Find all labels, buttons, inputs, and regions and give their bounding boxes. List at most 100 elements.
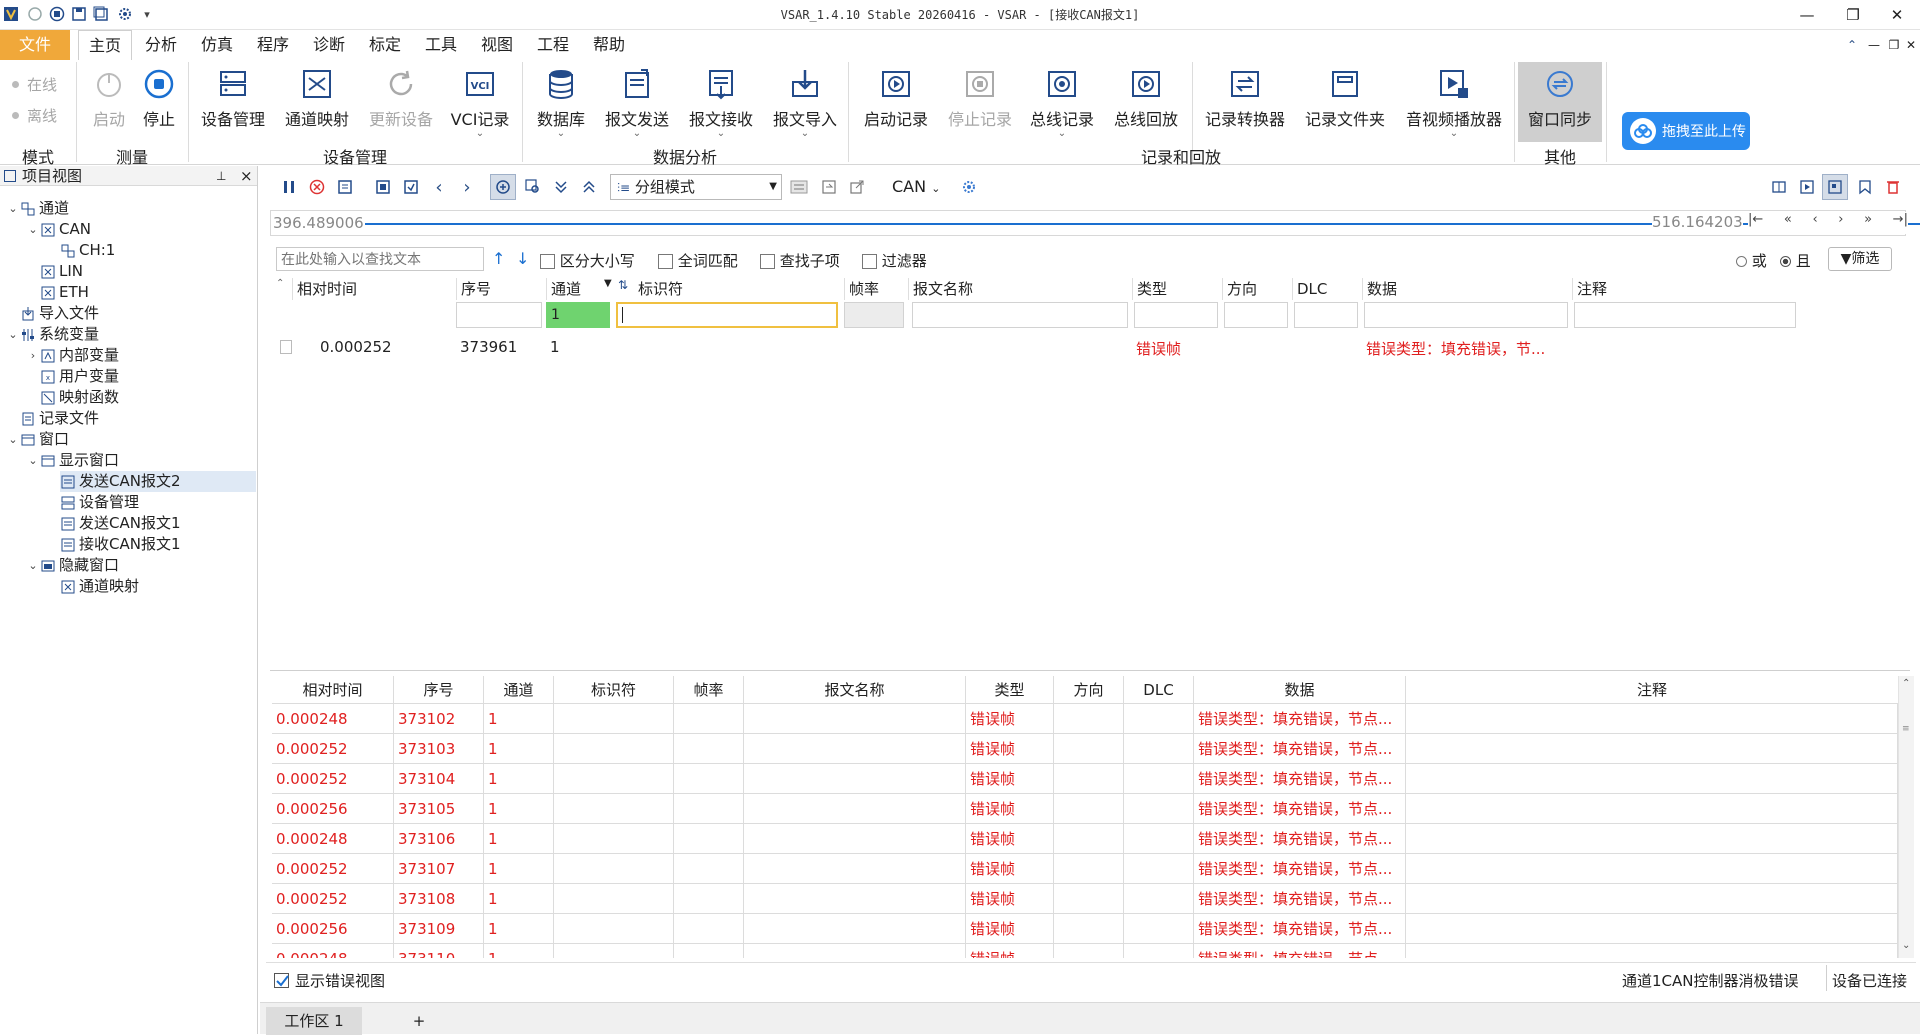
scroll-thumb[interactable]: ≡ bbox=[1902, 724, 1911, 736]
stop-record-button[interactable]: 停止记录 bbox=[940, 64, 1020, 142]
workspace-tab[interactable]: 工作区 1 bbox=[266, 1007, 362, 1035]
split-view-icon[interactable] bbox=[1768, 176, 1790, 198]
nav-back-icon[interactable]: ‹ bbox=[1812, 212, 1817, 234]
window-sync-button[interactable]: 窗口同步 bbox=[1518, 64, 1602, 142]
menu-project[interactable]: 工程 bbox=[528, 30, 578, 60]
table-row[interactable]: 0.000252 373103 1 错误帧 错误类型：填充错误，节点... bbox=[272, 734, 1898, 764]
nav-forward-icon[interactable]: › bbox=[1838, 212, 1843, 234]
av-player-button[interactable]: 音视频播放器 ⌄ bbox=[1400, 64, 1508, 142]
id-sort-icon[interactable]: ⇅ bbox=[618, 278, 628, 292]
doc-close-button[interactable]: ✕ bbox=[1902, 30, 1920, 60]
err-col-data[interactable]: 数据 bbox=[1194, 676, 1406, 704]
table-row[interactable]: 0.000256 373105 1 错误帧 错误类型：填充错误，节点... bbox=[272, 794, 1898, 824]
menu-file[interactable]: 文件 bbox=[0, 30, 70, 60]
minimize-button[interactable]: — bbox=[1784, 0, 1830, 30]
share-icon[interactable] bbox=[846, 176, 868, 198]
table-row[interactable]: 0.000248 373102 1 错误帧 错误类型：填充错误，节点... bbox=[272, 704, 1898, 734]
search-up-icon[interactable]: ↑ bbox=[492, 249, 505, 268]
filter-button[interactable]: ▼筛选 bbox=[1828, 247, 1892, 271]
tree-node-user[interactable]: x 用户变量 bbox=[40, 366, 119, 387]
table-row[interactable]: 0.000252 373104 1 错误帧 错误类型：填充错误，节点... bbox=[272, 764, 1898, 794]
err-col-channel[interactable]: 通道 bbox=[484, 676, 554, 704]
whole-word-checkbox[interactable]: 全词匹配 bbox=[658, 250, 738, 271]
table-row[interactable]: 0.000256 373109 1 错误帧 错误类型：填充错误，节点... bbox=[272, 914, 1898, 944]
tree-node-window[interactable]: ⌄ 窗口 bbox=[6, 429, 69, 450]
jump-icon[interactable] bbox=[818, 176, 840, 198]
database-button[interactable]: 数据库 ⌄ bbox=[528, 64, 594, 142]
filter-comment[interactable] bbox=[1574, 302, 1796, 328]
tree-node-lin[interactable]: LIN bbox=[40, 261, 83, 282]
bus-replay-button[interactable]: 总线回放 bbox=[1108, 64, 1184, 142]
filter-type[interactable] bbox=[1134, 302, 1218, 328]
message-import-button[interactable]: 报文导入 ⌄ bbox=[768, 64, 842, 142]
start-record-button[interactable]: 启动记录 bbox=[856, 64, 936, 142]
detail-view-icon[interactable] bbox=[1822, 174, 1848, 200]
menu-simulation[interactable]: 仿真 bbox=[192, 30, 242, 60]
delete-icon[interactable] bbox=[1882, 176, 1904, 198]
menu-tools[interactable]: 工具 bbox=[416, 30, 466, 60]
bookmark-icon[interactable] bbox=[1854, 176, 1876, 198]
clear-icon[interactable] bbox=[306, 176, 328, 198]
err-col-time[interactable]: 相对时间 bbox=[272, 676, 394, 704]
col-identifier[interactable]: 标识符 bbox=[634, 278, 844, 300]
scroll-up-icon[interactable]: ⌃ bbox=[1902, 678, 1910, 689]
add-workspace-button[interactable]: + bbox=[394, 1007, 444, 1035]
auto-scroll-icon[interactable] bbox=[490, 174, 516, 200]
tree-node-ch1[interactable]: CH:1 bbox=[60, 240, 115, 261]
show-error-checkbox[interactable]: 显示错误视图 bbox=[274, 970, 385, 991]
table-row[interactable]: 0.000252 373107 1 错误帧 错误类型：填充错误，节点... bbox=[272, 854, 1898, 884]
error-table-scrollbar[interactable]: ⌃ ≡ ⌄ bbox=[1898, 676, 1914, 958]
record-folder-button[interactable]: 记录文件夹 bbox=[1300, 64, 1390, 142]
err-col-seq[interactable]: 序号 bbox=[394, 676, 484, 704]
tree-node-recvcan1[interactable]: 接收CAN报文1 bbox=[60, 534, 181, 555]
menu-calibration[interactable]: 标定 bbox=[360, 30, 410, 60]
nav-last-icon[interactable]: →| bbox=[1893, 212, 1908, 234]
pause-icon[interactable] bbox=[278, 176, 300, 198]
filter-dlc[interactable] bbox=[1294, 302, 1358, 328]
message-receive-button[interactable]: 报文接收 ⌄ bbox=[684, 64, 758, 142]
close-button[interactable]: ✕ bbox=[1874, 0, 1920, 30]
prev-icon[interactable]: ‹ bbox=[428, 176, 450, 198]
upload-button[interactable]: 拖拽至此上传 bbox=[1622, 112, 1750, 150]
play-view-icon[interactable] bbox=[1796, 176, 1818, 198]
pin-icon[interactable]: ⊥ bbox=[216, 166, 226, 186]
tree-node-eth[interactable]: ETH bbox=[40, 282, 89, 303]
menu-program[interactable]: 程序 bbox=[248, 30, 298, 60]
col-frame-rate[interactable]: 帧率 bbox=[844, 278, 908, 300]
record-converter-button[interactable]: 记录转换器 bbox=[1200, 64, 1290, 142]
start-button[interactable]: 启动 bbox=[84, 64, 134, 142]
collapse-all-icon[interactable] bbox=[578, 176, 600, 198]
tree-node-inner[interactable]: › 内部变量 bbox=[26, 345, 119, 366]
maximize-button[interactable]: ❐ bbox=[1830, 0, 1876, 30]
err-col-comment[interactable]: 注释 bbox=[1406, 676, 1898, 704]
protocol-select[interactable]: CAN ⌄ bbox=[892, 174, 940, 200]
table-row[interactable]: 0.000252 373961 1 错误帧 错误类型：填充错误，节... bbox=[278, 336, 1906, 364]
update-device-button[interactable]: 更新设备 bbox=[364, 64, 438, 142]
menu-help[interactable]: 帮助 bbox=[584, 30, 634, 60]
menu-analysis[interactable]: 分析 bbox=[136, 30, 186, 60]
col-data[interactable]: 数据 bbox=[1362, 278, 1572, 300]
doc-minimize-button[interactable]: — bbox=[1864, 30, 1884, 60]
table-row[interactable]: 0.0002483731101 错误帧 错误类型：填充错误，节点... bbox=[272, 944, 1898, 958]
search-input[interactable] bbox=[276, 247, 484, 271]
err-col-frame-rate[interactable]: 帧率 bbox=[674, 676, 744, 704]
group-mode-select[interactable]: ⫶≡ 分组模式 ▼ bbox=[610, 174, 782, 200]
table-row[interactable]: 0.000252 373108 1 错误帧 错误类型：填充错误，节点... bbox=[272, 884, 1898, 914]
err-col-dlc[interactable]: DLC bbox=[1124, 676, 1194, 704]
row-expand-icon[interactable] bbox=[280, 340, 292, 354]
filter-data[interactable] bbox=[1364, 302, 1568, 328]
tree-node-display[interactable]: ⌄ 显示窗口 bbox=[26, 450, 119, 471]
nav-fast-back-icon[interactable]: « bbox=[1784, 212, 1792, 234]
vci-record-button[interactable]: VCI VCI记录 ⌄ bbox=[448, 64, 512, 142]
filter-channel[interactable]: 1 bbox=[546, 302, 610, 328]
menu-home[interactable]: 主页 bbox=[78, 30, 132, 60]
col-relative-time[interactable]: 相对时间 bbox=[292, 278, 456, 300]
channel-mapping-button[interactable]: 通道映射 bbox=[280, 64, 354, 142]
find-children-checkbox[interactable]: 查找子项 bbox=[760, 250, 840, 271]
device-manage-button[interactable]: 设备管理 bbox=[196, 64, 270, 142]
err-col-type[interactable]: 类型 bbox=[966, 676, 1054, 704]
tree-node-sendcan2[interactable]: 发送CAN报文2 bbox=[60, 471, 256, 492]
tree-node-sendcan1[interactable]: 发送CAN报文1 bbox=[60, 513, 181, 534]
filter-identifier[interactable] bbox=[616, 302, 838, 328]
col-seq[interactable]: 序号 bbox=[456, 278, 546, 300]
